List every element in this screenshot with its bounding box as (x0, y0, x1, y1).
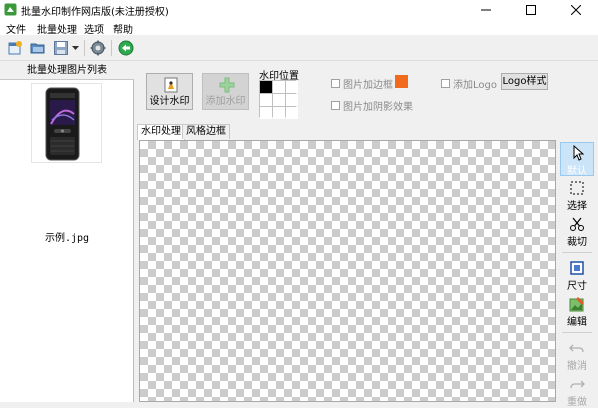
edit-tool-label: 编辑 (567, 317, 587, 328)
undo-label: 撤消 (567, 361, 587, 372)
menu-batch[interactable]: 批量处理 (37, 21, 77, 36)
resize-icon (570, 261, 584, 275)
crop-tool[interactable]: 裁切 (560, 214, 594, 248)
new-project-button[interactable] (6, 39, 24, 57)
select-tool-label: 选择 (567, 201, 587, 212)
position-middle-right[interactable] (286, 94, 298, 106)
save-button[interactable] (52, 39, 70, 57)
image-list-header: 批量处理图片列表 (0, 62, 134, 80)
minimize-button[interactable] (463, 0, 508, 19)
size-tool[interactable]: 尺寸 (560, 258, 594, 292)
minimize-icon (480, 9, 491, 10)
maximize-icon (525, 4, 536, 15)
toolbar-separator (84, 40, 85, 56)
position-center[interactable] (273, 94, 285, 106)
image-filename: 示例.jpg (44, 233, 90, 244)
toolbar (0, 35, 598, 61)
image-thumbnail[interactable] (31, 83, 102, 163)
menu-file[interactable]: 文件 (6, 21, 26, 36)
dropdown-arrow-icon (71, 46, 79, 50)
save-dropdown-button[interactable] (70, 39, 80, 57)
new-project-icon (8, 41, 22, 55)
add-logo-label: 添加Logo (453, 80, 497, 91)
tool-strip: 默认 选择 裁切 尺寸 编辑 撤消 重做 (558, 140, 596, 408)
tool-separator (562, 332, 592, 333)
tool-separator (562, 252, 592, 253)
checkbox-box (331, 79, 340, 88)
redo-icon (570, 380, 585, 389)
add-shadow-checkbox[interactable]: 图片加阴影效果 (331, 98, 413, 113)
design-watermark-button[interactable]: 设计水印 (146, 73, 193, 110)
menu-options[interactable]: 选项 (84, 21, 104, 36)
checkbox-box (331, 101, 340, 110)
title-bar: 批量水印制作网店版(未注册授权) (0, 0, 598, 19)
close-button[interactable] (553, 0, 598, 19)
add-logo-checkbox[interactable]: 添加Logo (441, 76, 497, 91)
position-bottom-left[interactable] (260, 107, 272, 119)
add-border-label: 图片加边框 (343, 80, 393, 91)
open-folder-icon (30, 43, 45, 54)
selection-marquee-icon (570, 181, 584, 195)
menu-bar: 文件 批量处理 选项 帮助 (0, 19, 598, 36)
globe-icon (118, 40, 134, 56)
settings-button[interactable] (89, 39, 107, 57)
toolbar-separator (111, 40, 112, 56)
open-folder-button[interactable] (29, 39, 47, 57)
position-top-right[interactable] (286, 81, 298, 93)
add-shadow-label: 图片加阴影效果 (343, 102, 413, 113)
position-top-center[interactable] (273, 81, 285, 93)
cursor-icon (573, 145, 585, 161)
app-logo-icon (4, 3, 17, 16)
image-list-panel: 批量处理图片列表 示例.jpg (0, 62, 134, 402)
add-icon (219, 77, 235, 93)
pointer-tool[interactable]: 默认 (560, 142, 594, 177)
window-title: 批量水印制作网店版(未注册授权) (21, 7, 169, 18)
close-icon (570, 4, 581, 15)
position-bottom-right[interactable] (286, 107, 298, 119)
website-button[interactable] (117, 39, 135, 57)
position-middle-left[interactable] (260, 94, 272, 106)
phone-thumbnail-image (45, 87, 80, 161)
tab-watermark[interactable]: 水印处理 (137, 124, 185, 140)
size-tool-label: 尺寸 (567, 281, 587, 292)
select-tool[interactable]: 选择 (560, 178, 594, 212)
save-icon (54, 41, 68, 55)
image-canvas[interactable] (139, 140, 556, 402)
checkbox-box (441, 79, 450, 88)
edit-tool[interactable]: 编辑 (560, 294, 594, 328)
position-bottom-center[interactable] (273, 107, 285, 119)
watermark-position-grid (259, 80, 298, 119)
pointer-tool-label: 默认 (567, 166, 587, 177)
position-top-left[interactable] (260, 81, 272, 93)
add-watermark-label: 添加水印 (205, 96, 246, 107)
add-border-checkbox[interactable]: 图片加边框 (331, 76, 393, 91)
scissors-icon (570, 217, 584, 231)
redo-button[interactable]: 重做 (560, 374, 594, 408)
add-watermark-button[interactable]: 添加水印 (202, 73, 249, 110)
design-watermark-icon (164, 77, 178, 93)
design-watermark-label: 设计水印 (149, 96, 190, 107)
redo-label: 重做 (567, 397, 587, 408)
border-color-swatch[interactable] (395, 75, 408, 88)
settings-gear-icon (90, 40, 106, 56)
tab-style-border[interactable]: 风格边框 (182, 124, 230, 139)
crop-tool-label: 裁切 (567, 237, 587, 248)
menu-help[interactable]: 帮助 (113, 21, 133, 36)
logo-style-button[interactable]: Logo样式 (501, 73, 548, 90)
edit-image-icon (569, 297, 584, 312)
undo-button[interactable]: 撤消 (560, 338, 594, 372)
maximize-button[interactable] (508, 0, 553, 19)
undo-icon (569, 344, 584, 353)
